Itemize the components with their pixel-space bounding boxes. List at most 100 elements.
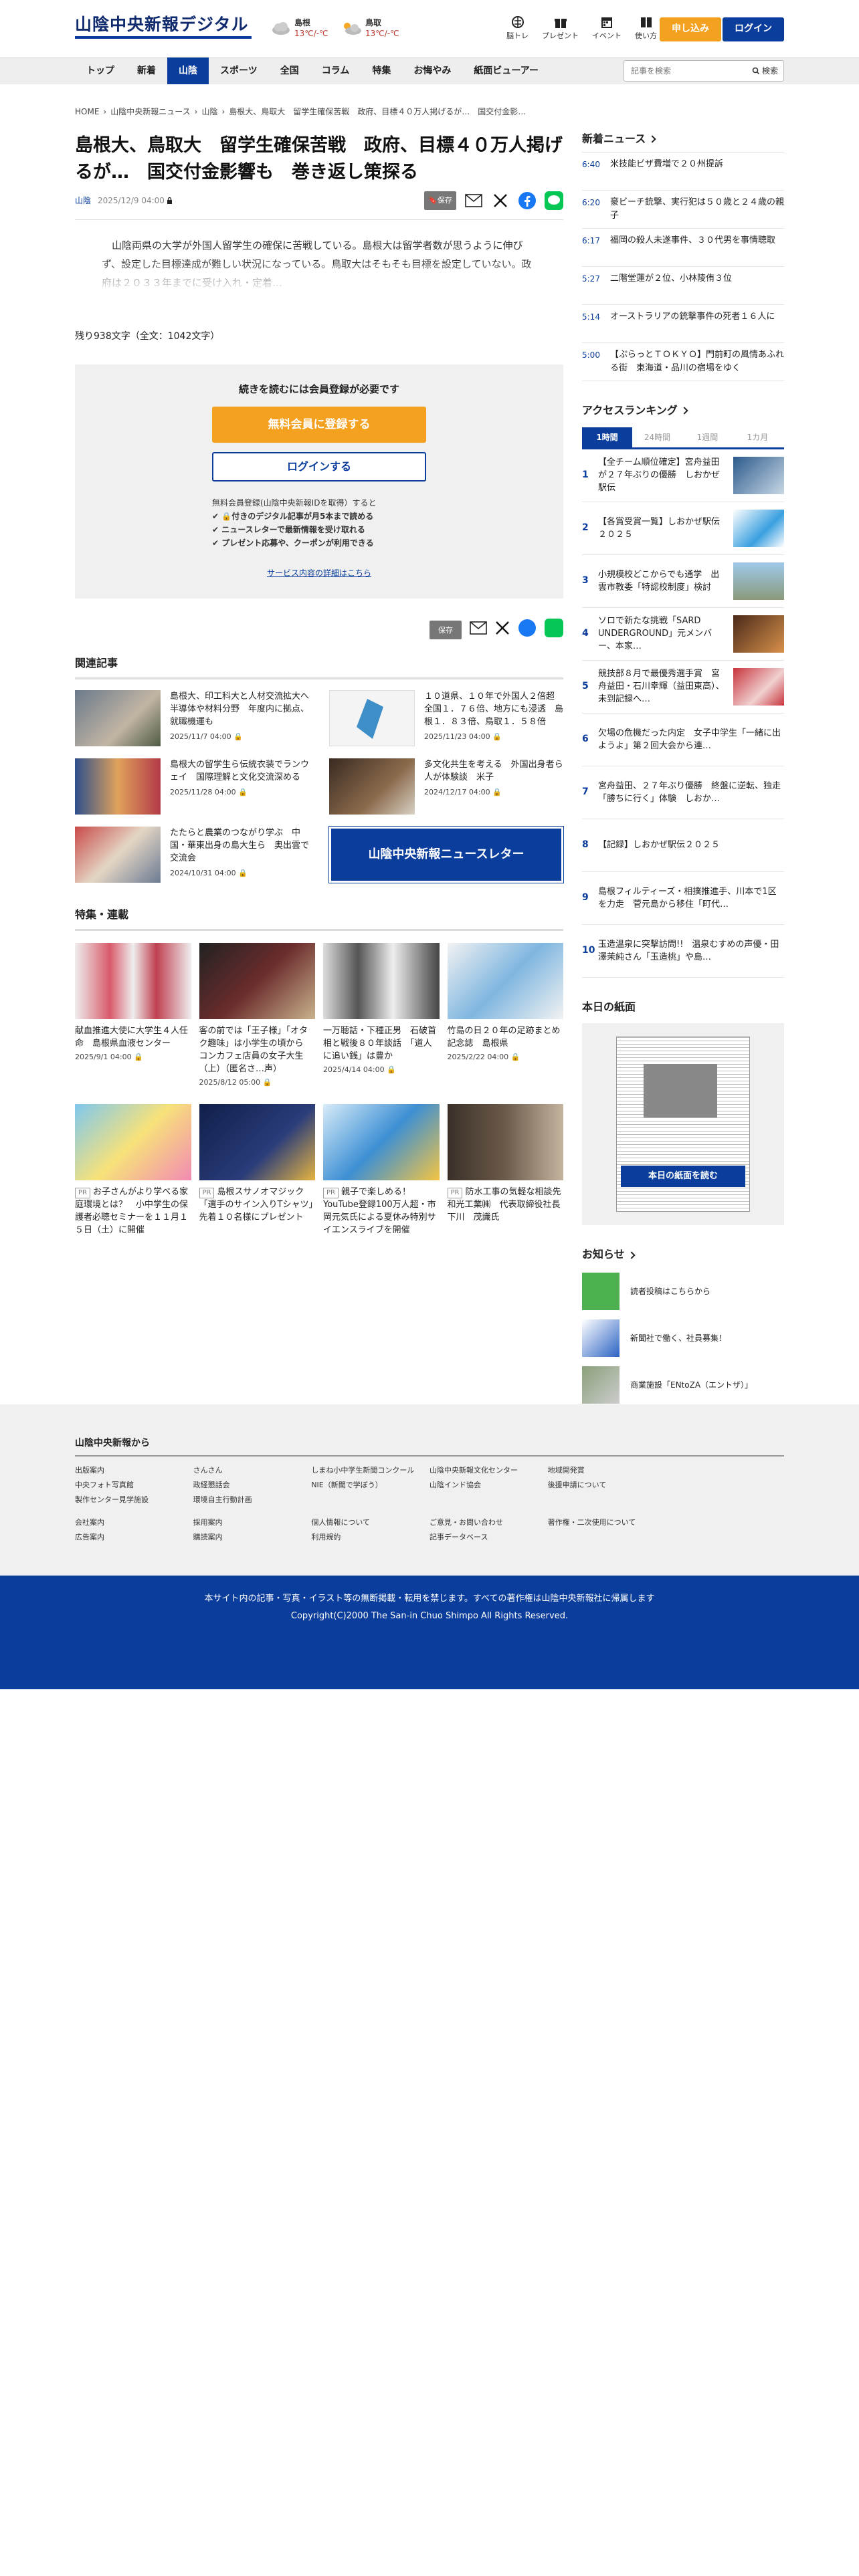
register-button[interactable]: 無料会員に登録する bbox=[212, 406, 426, 443]
footer-link[interactable]: 地域開発賞 bbox=[548, 1463, 666, 1478]
mail-share-button[interactable] bbox=[464, 191, 483, 210]
nav-top[interactable]: トップ bbox=[75, 58, 126, 84]
tab-1week[interactable]: 1週間 bbox=[682, 427, 733, 447]
x-share-button[interactable] bbox=[491, 191, 510, 210]
footer-link[interactable]: 利用規約 bbox=[311, 1530, 430, 1545]
ranking-item[interactable]: 3 小規模校どこからでも通学 出雲市教委「特認校制度」検討 bbox=[582, 555, 784, 608]
todays-paper[interactable]: 本日の紙面を読む bbox=[582, 1023, 784, 1226]
feature-item[interactable]: PR 防水工事の気軽な相談先 和光工業㈱ 代表取締役社長 下川 茂識氏 bbox=[447, 1103, 570, 1237]
read-paper-button[interactable]: 本日の紙面を読む bbox=[621, 1166, 745, 1188]
line-share-button[interactable] bbox=[545, 191, 563, 210]
ranking-item[interactable]: 4 ソロで新たな挑戦「SARD UNDERGROUND」元メンバー、本家… bbox=[582, 608, 784, 661]
ranking-item[interactable]: 9 島根フィルティーズ・相撲推進手、川本で1区を力走 菅元島から移住「町代… bbox=[582, 872, 784, 925]
search-button[interactable]: 検索 bbox=[752, 65, 778, 78]
service-details-link[interactable]: サービス内容の詳細はこちら bbox=[75, 567, 563, 580]
footer-link[interactable]: 山陰インド協会 bbox=[430, 1478, 548, 1493]
footer-link[interactable]: NIE（新聞で学ぼう） bbox=[311, 1478, 430, 1493]
related-item[interactable]: 島根大の留学生ら伝統衣装でランウェイ 国際理解と文化交流深める 2025/11/2… bbox=[75, 758, 309, 815]
nav-viewer[interactable]: 紙面ビューアー bbox=[462, 58, 550, 84]
search-input[interactable] bbox=[624, 61, 738, 81]
footer-link[interactable]: 個人情報について bbox=[311, 1515, 430, 1530]
ranking-item[interactable]: 1 【全チーム順位確定】宮舟益田が２７年ぶりの優勝 しおかぜ駅伝 bbox=[582, 449, 784, 502]
share-bar: 🔖 保存 bbox=[424, 191, 563, 210]
notice-item[interactable]: 読者投稿はこちらから bbox=[582, 1273, 784, 1311]
footer-link[interactable]: 購読案内 bbox=[193, 1530, 312, 1545]
notice-title[interactable]: お知らせ bbox=[582, 1247, 784, 1263]
feature-item[interactable]: PR お子さんがより学べる家庭環境とは？ 小中学生の保護者必聴セミナーを１１月１５… bbox=[75, 1103, 191, 1237]
feature-item[interactable]: 竹島の日２０年の足跡まとめ記念誌 島根県 2025/2/22 04:00 🔒 bbox=[447, 942, 563, 1088]
related-item[interactable]: １０道県、１０年で外国人２倍超 全国１．７６倍、地方にも浸透 島根１．８３倍、鳥… bbox=[329, 690, 563, 747]
footer-link[interactable]: 環境自主行動計画 bbox=[193, 1493, 312, 1507]
ranking-item[interactable]: 6 欠場の危機だった内定 女子中学生「一緒に出ようよ」第２回大会から連… bbox=[582, 714, 784, 766]
nav-new[interactable]: 新着 bbox=[126, 58, 167, 84]
present-link[interactable]: プレゼント bbox=[542, 15, 579, 41]
x-share-button-bottom[interactable] bbox=[495, 621, 510, 641]
related-item[interactable]: 島根大、印工科大と人材交流拡大へ 半導体や材料分野 年度内に拠点、就職機運も 20… bbox=[75, 690, 318, 747]
facebook-share-button[interactable] bbox=[518, 191, 537, 210]
ranking-title[interactable]: アクセスランキング bbox=[582, 403, 784, 419]
news-item[interactable]: 6:20 豪ビーチ銃撃、実行犯は５０歳と２４歳の親子 bbox=[582, 191, 784, 229]
footer-link[interactable]: 後援申請について bbox=[548, 1478, 666, 1493]
feature-item[interactable]: PR 島根スサノオマジック「選手のサイン入りTシャツ」先着１０名様にプレゼント bbox=[199, 1103, 315, 1237]
nav-column[interactable]: コラム bbox=[310, 58, 361, 84]
news-item[interactable]: 5:27 二階堂蓮が２位、小林陵侑３位 bbox=[582, 267, 784, 305]
category-link[interactable]: 山陰 bbox=[75, 195, 91, 207]
footer-link[interactable]: さんさん bbox=[193, 1463, 312, 1478]
footer-link[interactable]: しまね小中学生新聞コンクール bbox=[311, 1463, 430, 1478]
footer-link[interactable]: ご意見・お問い合わせ bbox=[430, 1515, 548, 1530]
nav-sanin[interactable]: 山陰 bbox=[167, 58, 209, 84]
notice-item[interactable]: 新聞社で働く、社員募集！ bbox=[582, 1319, 784, 1358]
event-link[interactable]: イベント bbox=[592, 15, 622, 41]
related-item[interactable]: たたらと農業のつながり学ぶ 中国・華東出身の島大生ら 奥出雲で交流会 2024/1… bbox=[75, 827, 309, 883]
footer-link[interactable]: 記事データベース bbox=[430, 1530, 548, 1545]
nav-feature[interactable]: 特集 bbox=[361, 58, 402, 84]
notice-item[interactable]: 商業施設「ENtoZA（エントザ）」 bbox=[582, 1366, 784, 1404]
new-news-title[interactable]: 新着ニュース bbox=[582, 131, 784, 148]
nav-national[interactable]: 全国 bbox=[269, 58, 310, 84]
ranking-item[interactable]: 7 宮舟益田、２７年ぶり優勝 終盤に逆転、独走「勝ちに行く」体験 しおか… bbox=[582, 766, 784, 819]
ranking-item[interactable]: 2 【各賞受賞一覧】しおかぜ駅伝２０２５ bbox=[582, 502, 784, 555]
site-logo[interactable]: 山陰中央新報デジタル bbox=[75, 15, 252, 41]
news-item[interactable]: 5:14 オーストラリアの銃撃事件の死者１６人に bbox=[582, 305, 784, 343]
crumb-home[interactable]: HOME bbox=[75, 107, 99, 116]
newsletter-banner[interactable]: 山陰中央新報ニュースレター bbox=[328, 826, 564, 884]
howto-link[interactable]: 使い方 bbox=[635, 15, 657, 41]
nav-sports[interactable]: スポーツ bbox=[209, 58, 269, 84]
tab-24hours[interactable]: 24時間 bbox=[632, 427, 682, 447]
footer-link[interactable]: 広告案内 bbox=[75, 1530, 193, 1545]
feature-item[interactable]: 一万聴話・下種正男 石破首相と戦後８０年談話 「道人に追い銭」は豊か 2025/4… bbox=[323, 942, 440, 1088]
crumb-news[interactable]: 山陰中央新報ニュース bbox=[110, 107, 190, 116]
footer-link[interactable]: 出版案内 bbox=[75, 1463, 193, 1478]
feature-item[interactable]: PR 親子で楽しめる！YouTube登録100万人超・市岡元気氏による夏休み特別サ… bbox=[323, 1103, 440, 1237]
footer-link[interactable]: 政経懇話会 bbox=[193, 1478, 312, 1493]
feature-thumb bbox=[447, 1103, 563, 1180]
save-button[interactable]: 🔖 保存 bbox=[424, 191, 456, 210]
crumb-sanin[interactable]: 山陰 bbox=[201, 107, 217, 116]
facebook-share-button-bottom[interactable] bbox=[518, 619, 537, 643]
brain-training-link[interactable]: 脳トレ bbox=[506, 15, 529, 41]
footer-link[interactable]: 山陰中央新報文化センター bbox=[430, 1463, 548, 1478]
news-item[interactable]: 6:40 米技能ビザ費増で２０州提訴 bbox=[582, 152, 784, 191]
ranking-item[interactable]: 8 【記録】しおかぜ駅伝２０２５ bbox=[582, 819, 784, 872]
login-button[interactable]: ログイン bbox=[723, 17, 784, 41]
paywall-login-button[interactable]: ログインする bbox=[212, 451, 426, 481]
save-button-bottom[interactable]: 保存 bbox=[430, 621, 462, 640]
footer-link[interactable]: 製作センター見学施設 bbox=[75, 1493, 193, 1507]
mail-share-button-bottom[interactable] bbox=[470, 621, 487, 640]
nav-obituary[interactable]: お悔やみ bbox=[402, 58, 462, 84]
footer-link[interactable]: 会社案内 bbox=[75, 1515, 193, 1530]
feature-item[interactable]: 献血推進大使に大学生４人任命 島根県血液センター 2025/9/1 04:00 🔒 bbox=[75, 942, 191, 1088]
subscribe-button[interactable]: 申し込み bbox=[660, 17, 721, 41]
related-item[interactable]: 多文化共生を考える 外国出身者ら人が体験談 米子 2024/12/17 04:00… bbox=[329, 758, 563, 815]
news-item[interactable]: 5:00 【ぷらっとＴＯＫＹＯ】門前町の風情あふれる街 東海道・品川の宿場をゆく bbox=[582, 343, 784, 381]
feature-item[interactable]: 客の前では「王子様」「オタク趣味」は小学生の頃から コンカフェ店員の女子大生（上… bbox=[199, 942, 315, 1088]
footer-link[interactable]: 著作権・二次使用について bbox=[548, 1515, 666, 1530]
news-item[interactable]: 6:17 福岡の殺人未遂事件、３０代男を事情聴取 bbox=[582, 229, 784, 267]
footer-link[interactable]: 中央フォト写真館 bbox=[75, 1478, 193, 1493]
footer-link[interactable]: 採用案内 bbox=[193, 1515, 312, 1530]
line-share-button-bottom[interactable] bbox=[545, 618, 563, 643]
tab-1month[interactable]: 1カ月 bbox=[733, 427, 783, 447]
ranking-item[interactable]: 5 競技部８月で最優秀選手賞 宮舟益田・石川幸輝（益田東高）、未到記録へ… bbox=[582, 661, 784, 714]
tab-1hour[interactable]: 1時間 bbox=[582, 427, 632, 447]
ranking-item[interactable]: 10 玉造温泉に突撃訪問!! 温泉むすめの声優・田澤茉純さん「玉造桃」や島… bbox=[582, 925, 784, 978]
